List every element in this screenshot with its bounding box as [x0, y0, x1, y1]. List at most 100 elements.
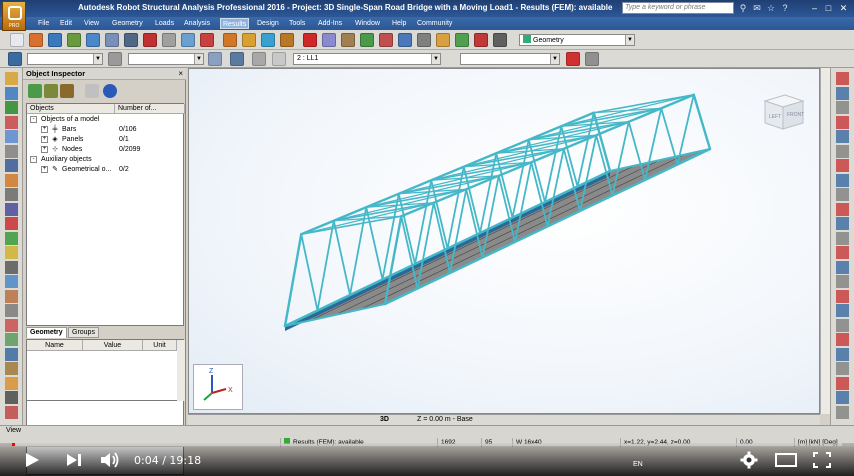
code-check-icon[interactable] — [836, 362, 849, 375]
screen-capture-icon[interactable] — [836, 289, 849, 303]
scale-tool-icon[interactable] — [5, 333, 18, 346]
selection-mode-icon[interactable] — [108, 52, 122, 66]
divide-tool-icon[interactable] — [5, 347, 18, 361]
truss-member[interactable] — [316, 219, 335, 312]
pan-icon[interactable] — [836, 115, 849, 129]
help-icon[interactable]: ? — [780, 3, 790, 13]
truss-member[interactable] — [284, 233, 303, 327]
zoom-window-icon[interactable] — [836, 86, 849, 100]
case-options-icon[interactable] — [585, 52, 599, 66]
minimize-button[interactable]: – — [808, 2, 821, 14]
open-icon[interactable] — [29, 33, 43, 47]
tables-icon[interactable] — [836, 260, 849, 274]
extend-tool-icon[interactable] — [5, 391, 18, 404]
viewcube[interactable]: LEFT FRONT — [761, 87, 807, 133]
sections-icon[interactable] — [436, 33, 450, 47]
tree-row[interactable]: + ◈ Panels 0/1 — [27, 135, 185, 145]
truss-member[interactable] — [397, 174, 500, 195]
materials-tool-icon[interactable] — [5, 144, 18, 158]
view-mode[interactable]: 3D — [380, 416, 389, 423]
binoculars-icon[interactable]: ⚲ — [738, 3, 748, 13]
search-input[interactable]: Type a keyword or phrase — [622, 2, 734, 14]
maximize-button[interactable]: □ — [822, 2, 835, 14]
copy-icon[interactable] — [162, 33, 176, 47]
selection-combo[interactable]: ▼ — [27, 53, 103, 65]
tree-row[interactable]: + ✎ Geometrical o... 0/2 — [27, 165, 185, 175]
zoom-all-icon[interactable] — [836, 101, 849, 114]
layout-combo[interactable]: Geometry ▼ — [519, 34, 635, 46]
expand-icon[interactable]: + — [41, 136, 48, 143]
legend-icon[interactable] — [836, 159, 849, 172]
case-select-combo[interactable]: ▼ — [460, 53, 560, 65]
tree-row[interactable]: - Objects of a model — [27, 115, 185, 125]
dims-icon[interactable] — [379, 33, 393, 47]
snap-icon[interactable] — [303, 33, 317, 47]
search-icon[interactable] — [85, 84, 99, 98]
star-icon[interactable]: ☆ — [766, 3, 776, 13]
supports-tool-icon[interactable] — [5, 101, 18, 114]
chevron-down-icon[interactable]: ▼ — [431, 54, 440, 64]
expand-icon[interactable]: + — [41, 146, 48, 153]
report-icon[interactable] — [836, 275, 849, 288]
truss-member[interactable] — [560, 107, 663, 128]
nodes-tool-icon[interactable] — [5, 72, 18, 85]
trim-tool-icon[interactable] — [5, 376, 18, 390]
layout-icon[interactable] — [493, 33, 507, 47]
steel-design-icon[interactable] — [836, 376, 849, 390]
thickness-tool-icon[interactable] — [5, 202, 18, 216]
bridge-model[interactable] — [189, 69, 820, 414]
case-next-icon[interactable] — [272, 52, 286, 66]
extrude-tool-icon[interactable] — [5, 260, 18, 274]
new-icon[interactable] — [10, 33, 24, 47]
rc-design-icon[interactable] — [836, 391, 849, 404]
menu-loads[interactable]: Loads — [153, 18, 176, 29]
cut-planes-icon[interactable] — [836, 304, 849, 317]
panels-tool-icon[interactable] — [5, 188, 18, 201]
truss-member[interactable] — [592, 93, 695, 114]
view-structure-icon[interactable] — [230, 52, 244, 66]
undo-icon[interactable] — [200, 33, 214, 47]
import-icon[interactable] — [86, 33, 100, 47]
work-plane[interactable]: Z = 0.00 m - Base — [417, 416, 473, 423]
menu-geometry[interactable]: Geometry — [110, 18, 145, 29]
tree-col-number[interactable]: Number of... — [115, 104, 185, 114]
filter-icon[interactable] — [360, 33, 374, 47]
section-view-icon[interactable] — [836, 72, 849, 85]
help-icon[interactable] — [103, 84, 117, 98]
grid-icon[interactable] — [322, 33, 336, 47]
menu-results[interactable]: Results — [220, 18, 250, 29]
style-icon[interactable] — [836, 173, 849, 187]
structure-mode-icon[interactable] — [252, 52, 266, 66]
select-cursor-icon[interactable] — [8, 52, 22, 66]
menu-community[interactable]: Community — [415, 18, 454, 29]
deck-stringer[interactable] — [359, 154, 686, 310]
select-icon[interactable] — [44, 84, 58, 98]
loads-tool-icon[interactable] — [5, 217, 18, 230]
tree-row[interactable]: - Auxiliary objects — [27, 155, 185, 165]
close-icon[interactable]: × — [178, 68, 183, 80]
properties-icon[interactable] — [417, 33, 431, 47]
menu-analysis[interactable]: Analysis — [182, 18, 212, 29]
reactions-icon[interactable] — [836, 246, 849, 259]
combinations-tool-icon[interactable] — [5, 231, 18, 245]
menu-file[interactable]: File — [36, 18, 51, 29]
viewcube-front-label[interactable]: FRONT — [787, 112, 804, 118]
isolines-icon[interactable] — [836, 333, 849, 346]
viewcube-left-label[interactable]: LEFT — [769, 114, 781, 120]
truss-member[interactable] — [430, 161, 533, 182]
truss-member[interactable] — [527, 120, 630, 141]
mirror-tool-icon[interactable] — [5, 289, 18, 303]
filter-list-icon[interactable] — [208, 52, 222, 66]
display-icon[interactable] — [341, 33, 355, 47]
menu-addins[interactable]: Add-Ins — [316, 18, 344, 29]
progress-bar[interactable] — [12, 443, 842, 446]
cut-icon[interactable] — [143, 33, 157, 47]
chevron-down-icon[interactable]: ▼ — [550, 54, 559, 64]
props-scrollbar[interactable] — [177, 340, 185, 401]
truss-member[interactable] — [300, 215, 403, 236]
save-icon[interactable] — [48, 33, 62, 47]
connections-icon[interactable] — [836, 405, 849, 419]
solids-tool-icon[interactable] — [5, 246, 18, 259]
collapse-icon[interactable]: - — [30, 116, 37, 123]
tree-col-objects[interactable]: Objects — [27, 104, 115, 114]
